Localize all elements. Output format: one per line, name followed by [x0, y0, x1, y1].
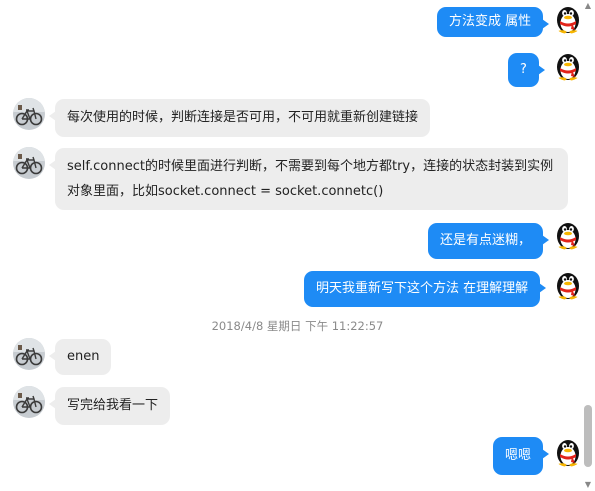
- incoming-message-bubble[interactable]: 写完给我看一下: [48, 387, 171, 425]
- outgoing-message-bubble[interactable]: 还是有点迷糊，: [428, 223, 550, 259]
- incoming-message-bubble[interactable]: 每次使用的时候，判断连接是否可用，不可用就重新创建链接: [48, 99, 431, 137]
- qq-penguin-icon[interactable]: [552, 435, 584, 467]
- qq-penguin-icon[interactable]: [552, 268, 584, 300]
- scroll-up-arrow-icon[interactable]: ▲: [581, 0, 595, 12]
- scrollbar-thumb[interactable]: [584, 405, 592, 467]
- outgoing-message-bubble[interactable]: ?: [508, 53, 545, 87]
- message-line: self.connect的时候里面进行判断，不需要到每个地方都try，连接的状态…: [67, 159, 554, 174]
- incoming-message-bubble[interactable]: enen: [48, 339, 112, 375]
- qq-penguin-icon[interactable]: [552, 218, 584, 250]
- message-timestamp: 2018/4/8 星期日 下午 11:22:57: [211, 319, 384, 333]
- outgoing-message-bubble[interactable]: 嗯嗯: [493, 437, 550, 475]
- chat-message-area: 方法变成 属性 ? 每次使用的时候，判断连接是否可用，不可用就重新创建链接 se…: [0, 0, 580, 491]
- scroll-down-arrow-icon[interactable]: ▼: [581, 479, 595, 491]
- contact-avatar[interactable]: [13, 338, 45, 370]
- incoming-message-bubble[interactable]: self.connect的时候里面进行判断，不需要到每个地方都try，连接的状态…: [49, 148, 568, 210]
- message-line: 对象里面，比如socket.connect = socket.connetc(): [67, 184, 384, 199]
- outgoing-message-bubble[interactable]: 方法变成 属性: [437, 7, 550, 37]
- qq-penguin-icon[interactable]: [552, 49, 584, 81]
- contact-avatar[interactable]: [13, 98, 45, 130]
- outgoing-message-bubble[interactable]: 明天我重新写下这个方法 在理解理解: [304, 271, 547, 307]
- vertical-scrollbar[interactable]: ▲ ▼: [581, 0, 595, 491]
- qq-penguin-icon[interactable]: [552, 2, 584, 34]
- contact-avatar[interactable]: [13, 386, 45, 418]
- contact-avatar[interactable]: [13, 147, 45, 179]
